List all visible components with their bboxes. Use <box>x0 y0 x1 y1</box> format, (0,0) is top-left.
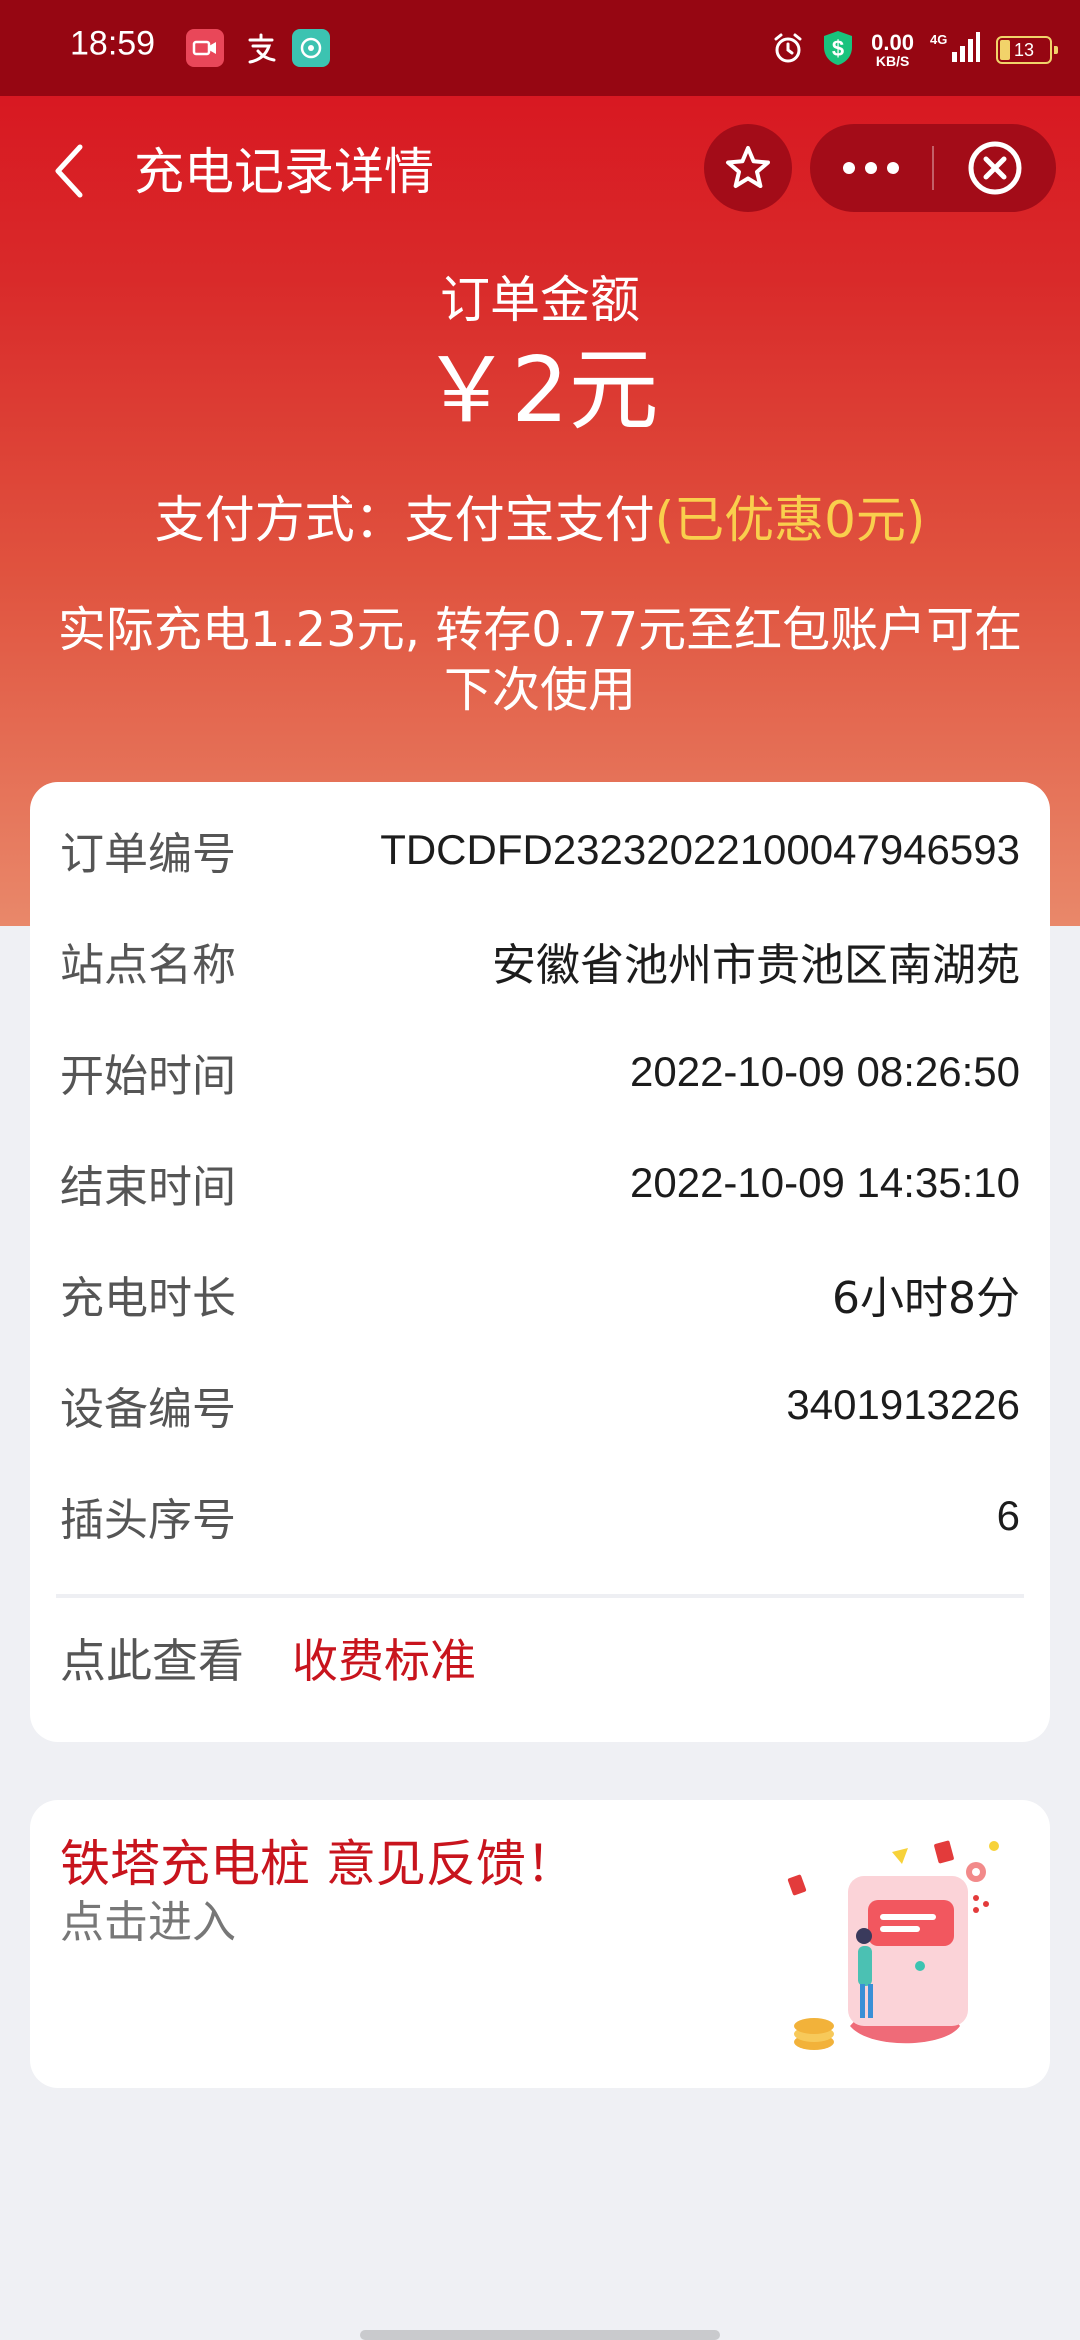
alipay-icon <box>242 29 280 67</box>
nav-bar: 充电记录详情 <box>0 96 1080 246</box>
feedback-subtitle: 点击进入 <box>60 1897 236 1948</box>
detail-row-plug-number: 插头序号 6 <box>60 1492 1020 1546</box>
back-button[interactable] <box>40 136 100 206</box>
more-button[interactable] <box>810 124 932 212</box>
discount-text: (已优惠0元) <box>654 491 926 549</box>
payment-method-text: 支付方式：支付宝支付 <box>154 491 655 549</box>
status-time: 18:59 <box>70 24 156 63</box>
svg-text:$: $ <box>832 36 844 61</box>
signal-icon: 4G <box>930 30 980 70</box>
page-title: 充电记录详情 <box>134 143 434 201</box>
feedback-card[interactable]: 铁塔充电桩 意见反馈！ 点击进入 <box>30 1800 1050 2088</box>
payment-method: 支付方式：支付宝支付(已优惠0元) <box>0 480 1080 552</box>
card-divider <box>56 1594 1024 1598</box>
mini-program-capsule <box>810 124 1056 212</box>
detail-row-station: 站点名称 安徽省池州市贵池区南湖苑 <box>60 940 1020 991</box>
order-amount-value: ￥2元 <box>421 338 659 443</box>
favorite-button[interactable] <box>704 124 792 212</box>
detail-row-end-time: 结束时间 2022-10-09 14:35:10 <box>60 1159 1020 1213</box>
fee-standard-link[interactable]: 收费标准 <box>292 1625 476 1691</box>
fee-label: 点此查看 <box>60 1634 244 1688</box>
battery-icon: 13 <box>996 36 1058 64</box>
detail-row-device-number: 设备编号 3401913226 <box>60 1381 1020 1435</box>
music-app-icon <box>292 29 330 67</box>
network-speed: 0.00 KB/S <box>871 30 914 69</box>
more-dots-icon <box>843 162 899 174</box>
status-bar: 18:59 $ 0.00 KB/S 4G 13 <box>0 0 1080 96</box>
order-detail-card: 订单编号 TDCDFD23232022100047946593 站点名称 安徽省… <box>30 782 1050 1742</box>
svg-text:4G: 4G <box>930 32 947 47</box>
alarm-icon <box>771 31 805 69</box>
close-circle-icon <box>968 141 1022 195</box>
dollar-shield-icon: $ <box>821 29 855 71</box>
actual-charge-note: 实际充电1.23元, 转存0.77元至红包账户可在下次使用 <box>57 602 1023 718</box>
star-icon <box>726 146 770 188</box>
feedback-illustration <box>787 1840 999 2050</box>
fee-standard-row: 点此查看 收费标准 <box>60 1625 476 1691</box>
home-indicator <box>360 2330 720 2340</box>
screen-record-icon <box>186 29 224 67</box>
detail-row-duration: 充电时长 6小时8分 <box>60 1273 1020 1324</box>
detail-row-order-number: 订单编号 TDCDFD23232022100047946593 <box>60 826 1020 880</box>
detail-row-start-time: 开始时间 2022-10-09 08:26:50 <box>60 1048 1020 1102</box>
back-arrow-icon <box>55 144 83 198</box>
close-button[interactable] <box>934 124 1056 212</box>
